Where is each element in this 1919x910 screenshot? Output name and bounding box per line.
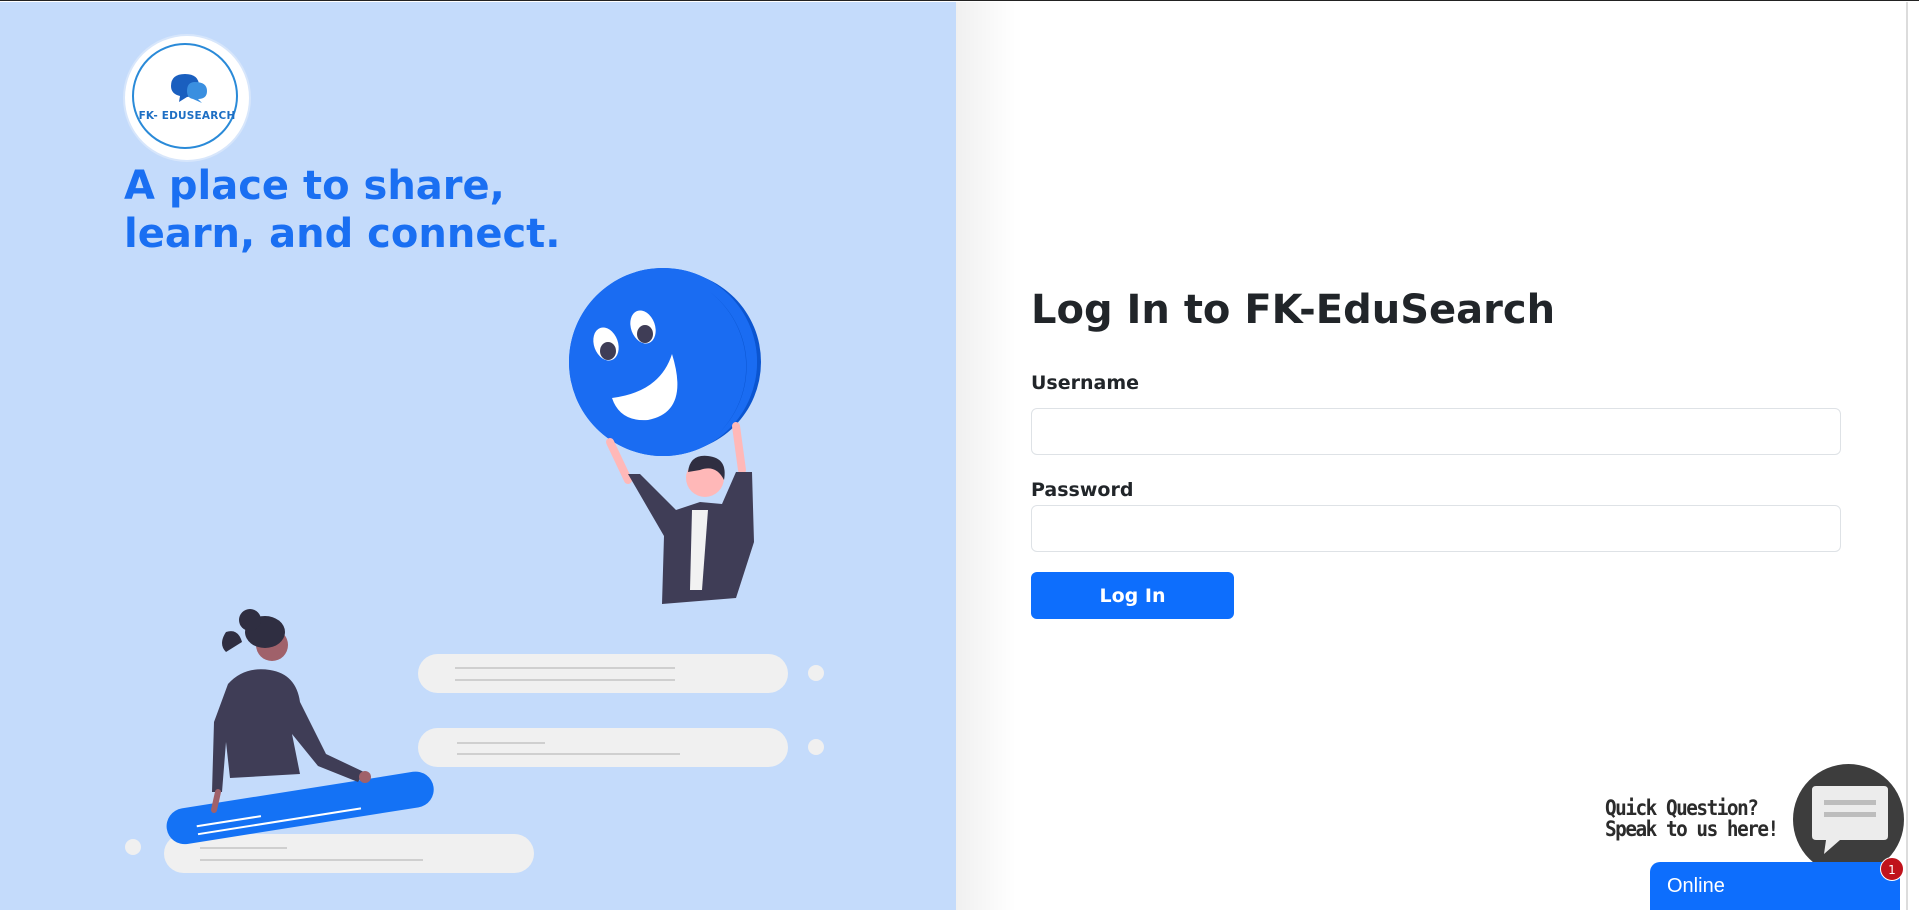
tagline-line-2: learn, and connect.: [124, 211, 561, 257]
woman-figure: [211, 609, 371, 813]
page-edge: [1906, 2, 1908, 910]
password-input[interactable]: [1031, 505, 1841, 552]
chat-bubbles-icon: [171, 74, 207, 103]
username-input[interactable]: [1031, 408, 1841, 455]
smiley-ball: [569, 268, 761, 456]
logo-text: FK- EDUSEARCH: [138, 110, 236, 122]
tagline: A place to share, learn, and connect.: [124, 162, 684, 258]
password-label: Password: [1031, 479, 1134, 501]
notification-badge: 1: [1880, 857, 1904, 881]
chat-status-tab[interactable]: Online: [1650, 862, 1900, 910]
brand-logo: FK- EDUSEARCH: [125, 36, 249, 160]
username-label: Username: [1031, 372, 1140, 394]
hero-panel: FK- EDUSEARCH A place to share, learn, a…: [0, 2, 956, 910]
login-button[interactable]: Log In: [1031, 572, 1234, 619]
chat-bubble-icon: [1812, 786, 1888, 854]
chat-prompt-line-2: Speak to us here!: [1605, 817, 1779, 841]
panel-shadow: [956, 2, 1016, 910]
tagline-line-1: A place to share,: [124, 163, 505, 209]
chat-prompt-line-1: Quick Question?: [1605, 796, 1759, 820]
login-title: Log In to FK-EduSearch: [1031, 287, 1556, 333]
chat-prompt[interactable]: Quick Question? Speak to us here!: [1605, 798, 1780, 840]
